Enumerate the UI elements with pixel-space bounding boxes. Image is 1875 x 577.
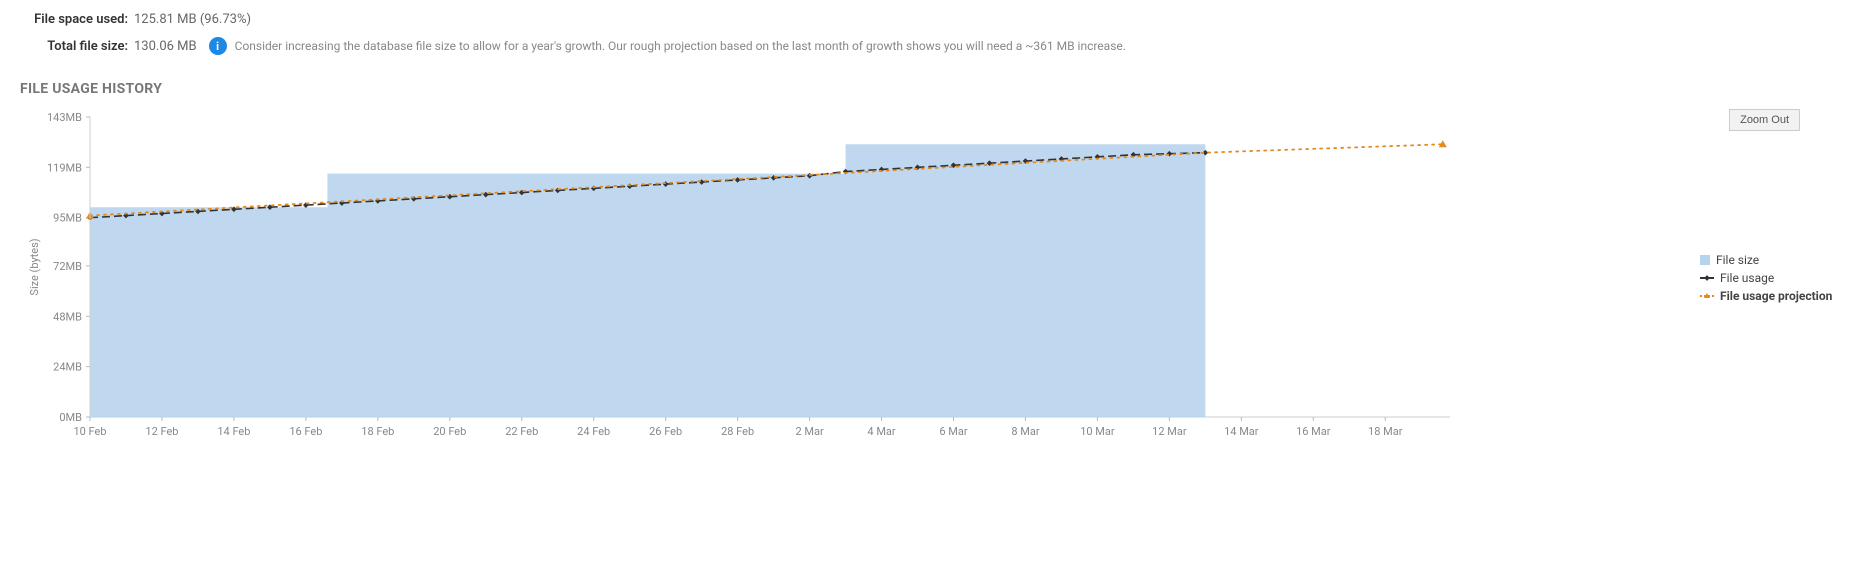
chart-container: 0MB 24MB 48MB 72MB 95MB 119MB 143MB 10 Feb 12 Fe… <box>20 103 1855 453</box>
svg-text:48MB: 48MB <box>53 310 82 323</box>
svg-text:8 Mar: 8 Mar <box>1011 425 1039 438</box>
svg-text:2 Mar: 2 Mar <box>795 425 823 438</box>
stat-label: Total file size: <box>20 39 128 54</box>
svg-text:4 Mar: 4 Mar <box>867 425 895 438</box>
svg-text:12 Mar: 12 Mar <box>1152 425 1187 438</box>
svg-text:12 Feb: 12 Feb <box>145 425 178 438</box>
stat-value: 125.81 MB (96.73%) <box>134 12 251 27</box>
svg-text:18 Feb: 18 Feb <box>361 425 394 438</box>
svg-text:22 Feb: 22 Feb <box>505 425 538 438</box>
svg-text:24 Feb: 24 Feb <box>577 425 610 438</box>
svg-text:18 Mar: 18 Mar <box>1368 425 1403 438</box>
svg-text:95MB: 95MB <box>53 212 82 225</box>
stat-total-file-size: Total file size: 130.06 MB i Consider in… <box>20 37 1855 55</box>
svg-text:28 Feb: 28 Feb <box>721 425 754 438</box>
svg-text:24MB: 24MB <box>53 361 82 374</box>
stat-file-space-used: File space used: 125.81 MB (96.73%) <box>20 12 1855 27</box>
svg-text:143MB: 143MB <box>47 111 82 124</box>
legend-item-file-usage-projection[interactable]: File usage projection <box>1700 289 1855 303</box>
svg-text:10 Feb: 10 Feb <box>73 425 106 438</box>
chart-legend: File size File usage File usage projecti… <box>1700 249 1855 307</box>
stat-value: 130.06 MB <box>134 39 197 54</box>
svg-text:119MB: 119MB <box>47 161 82 174</box>
info-icon[interactable]: i <box>209 37 227 55</box>
svg-text:6 Mar: 6 Mar <box>939 425 967 438</box>
zoom-out-button[interactable]: Zoom Out <box>1729 109 1800 131</box>
legend-item-file-usage[interactable]: File usage <box>1700 271 1855 285</box>
growth-tip: Consider increasing the database file si… <box>235 39 1126 53</box>
svg-text:26 Feb: 26 Feb <box>649 425 682 438</box>
svg-text:Size (bytes): Size (bytes) <box>28 238 41 295</box>
section-title: FILE USAGE HISTORY <box>20 81 1875 97</box>
svg-text:14 Feb: 14 Feb <box>217 425 250 438</box>
file-usage-chart[interactable]: 0MB 24MB 48MB 72MB 95MB 119MB 143MB 10 Feb 12 Fe… <box>20 103 1680 453</box>
stat-label: File space used: <box>20 12 128 27</box>
svg-text:16 Feb: 16 Feb <box>289 425 322 438</box>
svg-text:16 Mar: 16 Mar <box>1296 425 1331 438</box>
svg-text:20 Feb: 20 Feb <box>433 425 466 438</box>
legend-item-file-size[interactable]: File size <box>1700 253 1855 267</box>
summary-panel: File space used: 125.81 MB (96.73%) Tota… <box>0 0 1875 55</box>
svg-text:0MB: 0MB <box>59 411 82 424</box>
svg-text:14 Mar: 14 Mar <box>1224 425 1259 438</box>
svg-text:72MB: 72MB <box>53 260 82 273</box>
svg-text:10 Mar: 10 Mar <box>1080 425 1115 438</box>
